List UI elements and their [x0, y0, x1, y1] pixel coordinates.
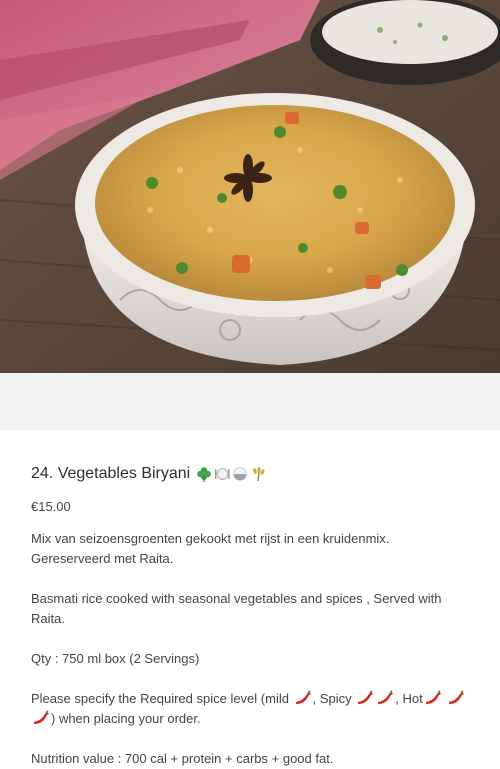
spice-suffix: ) when placing your order.: [51, 711, 201, 726]
spice-hot: , Hot: [395, 691, 423, 706]
image-caption-spacer: [0, 373, 500, 430]
plate-icon: [214, 466, 230, 482]
item-title: 24. Vegetables Biryani: [31, 465, 191, 482]
chili-pepper-icon: [375, 690, 395, 706]
diet-tags: [196, 466, 266, 482]
chili-pepper-icon: [355, 690, 375, 706]
item-price: €15.00: [31, 499, 71, 514]
item-details: 24. Vegetables Biryani €15.00 Mix van se…: [0, 430, 500, 769]
dish-image: [0, 0, 500, 373]
chili-pepper-icon: [293, 690, 313, 706]
spice-prefix: Please specify the Required spice level …: [31, 691, 289, 706]
spice-level-text: Please specify the Required spice level …: [31, 689, 469, 729]
nutrition-text: Nutrition value : 700 cal + protein + ca…: [31, 751, 334, 766]
description-dutch: Mix van seizoensgroenten gekookt met rij…: [31, 531, 390, 566]
grain-icon: [250, 466, 266, 482]
item-title-row: 24. Vegetables Biryani: [31, 462, 469, 486]
chili-pepper-icon: [423, 690, 443, 706]
rice-ball-icon: [232, 466, 248, 482]
description-english: Basmati rice cooked with seasonal vegeta…: [31, 591, 442, 626]
clover-icon: [196, 466, 212, 482]
chili-pepper-icon: [446, 690, 466, 706]
spice-spicy: , Spicy: [312, 691, 352, 706]
quantity-text: Qty : 750 ml box (2 Servings): [31, 651, 200, 666]
chili-pepper-icon: [31, 710, 51, 726]
